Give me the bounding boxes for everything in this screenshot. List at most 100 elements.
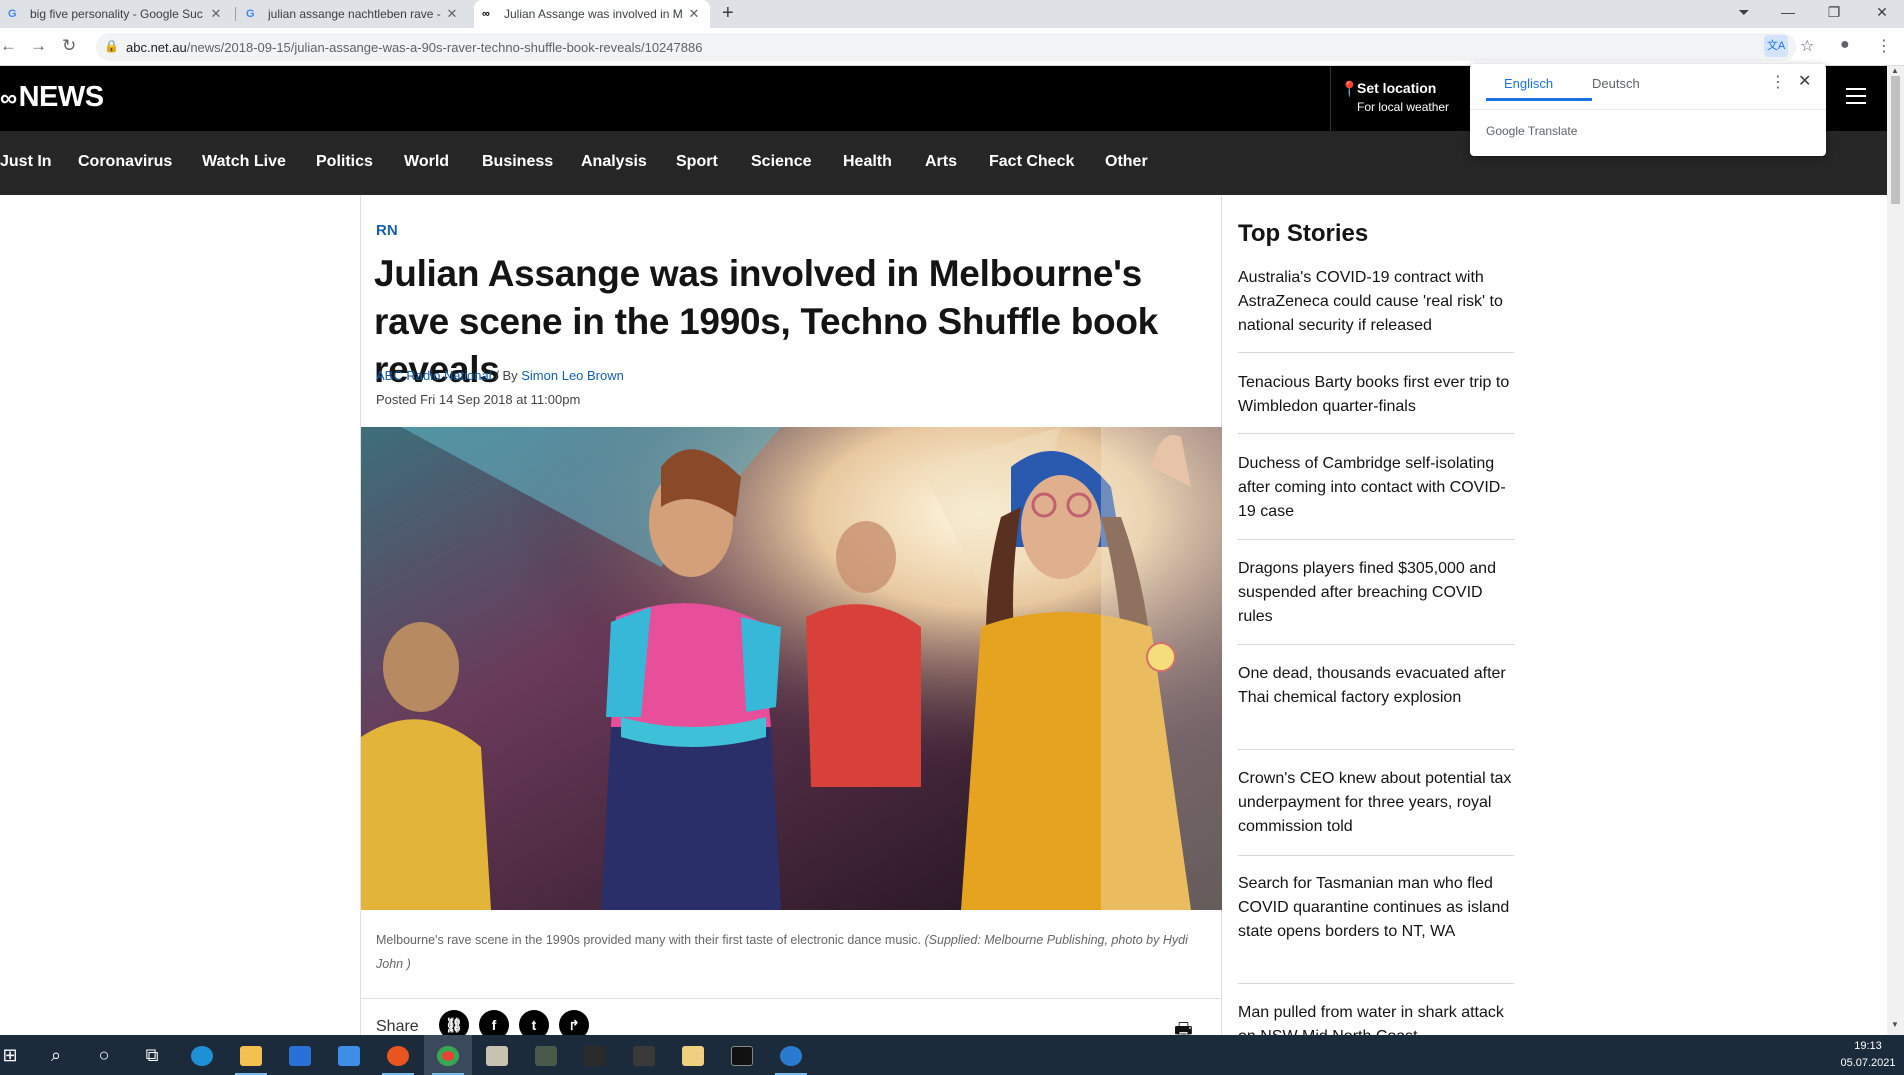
close-window-icon[interactable]: ✕ — [1862, 0, 1902, 28]
close-tab-icon[interactable]: ✕ — [208, 6, 224, 22]
top-stories-heading: Top Stories — [1238, 220, 1369, 247]
abc-logo-icon: ∞ — [0, 85, 17, 112]
top-story-link[interactable]: Search for Tasmanian man who fled COVID … — [1238, 872, 1514, 944]
logo-text: NEWS — [18, 81, 105, 113]
location-pin-icon: 📍 — [1340, 81, 1359, 98]
app-icon[interactable] — [767, 1035, 815, 1075]
minimize-icon[interactable]: — — [1768, 0, 1808, 28]
app-icon[interactable] — [522, 1035, 570, 1075]
translate-popup: Englisch Deutsch ⋮ ✕ Google Translate — [1470, 64, 1826, 156]
app-icon[interactable] — [473, 1035, 521, 1075]
close-tab-icon[interactable]: ✕ — [444, 6, 460, 22]
translate-target-lang-tab[interactable]: Deutsch — [1592, 76, 1640, 91]
cortana-icon[interactable]: ○ — [80, 1035, 128, 1075]
article-posted: Posted Fri 14 Sep 2018 at 11:00pm — [376, 392, 580, 407]
new-tab-icon[interactable]: + — [722, 2, 734, 25]
divider — [1330, 66, 1331, 131]
edge-icon[interactable] — [178, 1035, 226, 1075]
reload-icon[interactable]: ↻ — [62, 36, 76, 56]
notepad-icon[interactable] — [669, 1035, 717, 1075]
nav-item-science[interactable]: Science — [751, 153, 811, 171]
windows-taskbar: ⊞ ⌕ ○ ⧉ 19:13 05.07.2021 — [0, 1035, 1904, 1075]
tab-title: julian assange nachtleben rave - — [268, 7, 441, 21]
system-clock[interactable]: 19:13 05.07.2021 — [1838, 1038, 1898, 1072]
nav-item-analysis[interactable]: Analysis — [581, 153, 647, 171]
lock-icon[interactable]: 🔒 — [104, 39, 119, 53]
scroll-up-icon[interactable]: ▲ — [1891, 66, 1899, 75]
search-icon[interactable]: ⌕ — [32, 1035, 80, 1075]
app-icon[interactable] — [571, 1035, 619, 1075]
page-scrollbar[interactable]: ▲ ▼ — [1887, 66, 1904, 1035]
nav-item-world[interactable]: World — [404, 153, 449, 171]
windows-start-icon[interactable]: ⊞ — [0, 1035, 34, 1075]
hero-image[interactable] — [361, 427, 1222, 910]
browser-tab[interactable]: G julian assange nachtleben rave - ✕ — [238, 0, 468, 28]
top-story-link[interactable]: Dragons players fined $305,000 and suspe… — [1238, 557, 1514, 629]
share-label: Share — [376, 1018, 419, 1035]
browser-tabstrip: G big five personality - Google Suc ✕ G … — [0, 0, 1904, 28]
divider — [1238, 352, 1514, 353]
divider — [1238, 983, 1514, 984]
nav-item-other[interactable]: Other — [1105, 153, 1148, 171]
close-tab-icon[interactable]: ✕ — [686, 6, 702, 22]
google-icon: G — [8, 8, 17, 20]
nav-item-health[interactable]: Health — [843, 153, 892, 171]
restore-icon[interactable]: ❐ — [1814, 0, 1854, 28]
terminal-icon[interactable] — [718, 1035, 766, 1075]
ableton-live-icon[interactable] — [620, 1035, 668, 1075]
browser-tab-active[interactable]: ∞ Julian Assange was involved in M ✕ — [474, 0, 710, 28]
bookmark-star-icon[interactable]: ☆ — [1800, 36, 1814, 56]
browser-menu-icon[interactable]: ⋮ — [1876, 36, 1892, 56]
browser-tab[interactable]: G big five personality - Google Suc ✕ — [0, 0, 232, 28]
byline-separator: / By — [491, 368, 522, 383]
divider — [1238, 644, 1514, 645]
top-story-link[interactable]: Australia's COVID-19 contract with Astra… — [1238, 266, 1514, 338]
source-link[interactable]: ABC Radio National — [376, 368, 492, 383]
article-kicker[interactable]: RN — [376, 222, 398, 239]
translate-icon[interactable]: 文A — [1764, 35, 1788, 57]
nav-item-business[interactable]: Business — [482, 153, 553, 171]
chrome-icon[interactable] — [424, 1035, 472, 1075]
nav-item-sport[interactable]: Sport — [676, 153, 718, 171]
nav-item-coronavirus[interactable]: Coronavirus — [78, 153, 172, 171]
divider — [1238, 433, 1514, 434]
tab-title: Julian Assange was involved in M — [504, 7, 683, 21]
more-options-icon[interactable]: ⋮ — [1770, 72, 1786, 92]
translate-source-lang-tab[interactable]: Englisch — [1504, 76, 1553, 91]
top-story-link[interactable]: Tenacious Barty books first ever trip to… — [1238, 371, 1514, 419]
nav-item-just-in[interactable]: Just In — [0, 153, 52, 171]
file-explorer-icon[interactable] — [227, 1035, 275, 1075]
top-story-link[interactable]: One dead, thousands evacuated after Thai… — [1238, 662, 1514, 710]
scroll-thumb[interactable] — [1891, 76, 1900, 204]
image-caption: Melbourne's rave scene in the 1990s prov… — [376, 928, 1206, 976]
profile-icon[interactable]: ● — [1840, 36, 1850, 54]
ubuntu-icon[interactable] — [374, 1035, 422, 1075]
tab-search-icon[interactable]: ⏷ — [1724, 0, 1764, 28]
address-bar[interactable]: 🔒 abc.net.au/news/2018-09-15/julian-assa… — [96, 33, 1796, 61]
nav-item-politics[interactable]: Politics — [316, 153, 373, 171]
hamburger-menu-icon[interactable] — [1846, 88, 1866, 109]
top-story-link[interactable]: Crown's CEO knew about potential tax und… — [1238, 767, 1514, 839]
store-icon[interactable] — [276, 1035, 324, 1075]
abc-news-logo[interactable]: ∞NEWS — [0, 81, 104, 114]
url-path: /news/2018-09-15/julian-assange-was-a-90… — [186, 40, 703, 55]
nav-item-fact-check[interactable]: Fact Check — [989, 153, 1074, 171]
nav-item-watch-live[interactable]: Watch Live — [202, 153, 286, 171]
close-icon[interactable]: ✕ — [1798, 71, 1811, 91]
tab-title: big five personality - Google Suc — [30, 7, 203, 21]
forward-icon[interactable]: → — [30, 36, 47, 56]
posted-date: Fri 14 Sep 2018 at 11:00pm — [420, 392, 581, 407]
author-link[interactable]: Simon Leo Brown — [521, 368, 624, 383]
set-location-label: Set location — [1357, 80, 1437, 96]
top-story-link[interactable]: Duchess of Cambridge self-isolating afte… — [1238, 452, 1514, 524]
nav-item-arts[interactable]: Arts — [925, 153, 957, 171]
browser-toolbar: ← → ↻ 🔒 abc.net.au/news/2018-09-15/julia… — [0, 28, 1904, 66]
selected-tab-indicator — [1486, 98, 1592, 101]
scroll-down-icon[interactable]: ▼ — [1891, 1020, 1899, 1029]
mail-icon[interactable] — [325, 1035, 373, 1075]
task-view-icon[interactable]: ⧉ — [128, 1035, 176, 1075]
google-icon: G — [246, 8, 255, 20]
url-host: abc.net.au — [126, 40, 187, 55]
back-icon[interactable]: ← — [0, 36, 17, 56]
divider — [1238, 539, 1514, 540]
